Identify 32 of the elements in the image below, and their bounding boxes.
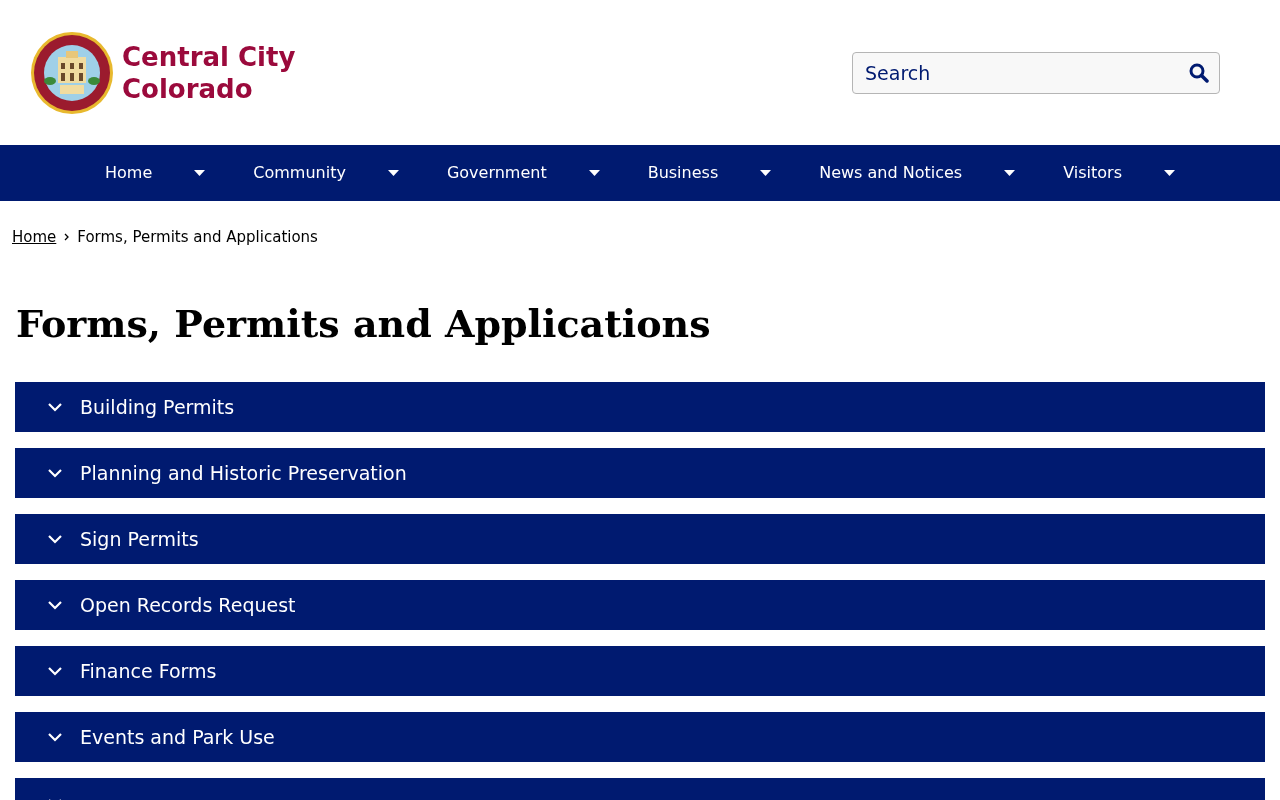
dropdown-caret-icon[interactable] bbox=[1004, 170, 1016, 176]
nav-link[interactable]: Visitors bbox=[1063, 161, 1122, 185]
nav-link[interactable]: Community bbox=[253, 161, 346, 185]
accordion-header[interactable]: Planning and Historic Preservation bbox=[15, 448, 1265, 499]
nav-link[interactable]: Home bbox=[105, 161, 153, 185]
chevron-down-icon bbox=[48, 666, 62, 676]
dropdown-caret-icon[interactable] bbox=[194, 170, 206, 176]
dropdown-caret-icon[interactable] bbox=[387, 170, 399, 176]
dropdown-caret-icon[interactable] bbox=[588, 170, 600, 176]
accordion-header[interactable]: Finance Forms bbox=[15, 646, 1265, 697]
accordion-header[interactable]: Events and Park Use bbox=[15, 712, 1265, 763]
breadcrumb-link[interactable]: Home bbox=[12, 226, 57, 249]
chevron-down-icon bbox=[48, 600, 62, 610]
chevron-down-icon bbox=[48, 468, 62, 478]
nav-link[interactable]: News and Notices bbox=[819, 161, 963, 185]
dropdown-caret-icon[interactable] bbox=[760, 170, 772, 176]
breadcrumb-separator-icon bbox=[64, 233, 70, 242]
city-seal-icon bbox=[30, 30, 114, 115]
chevron-down-icon bbox=[48, 534, 62, 544]
chevron-down-icon bbox=[48, 732, 62, 742]
search-field[interactable]: Search bbox=[852, 51, 1220, 94]
chevron-down-icon bbox=[48, 402, 62, 412]
search-icon[interactable] bbox=[1189, 62, 1209, 83]
accordion-header[interactable]: Open Records Request bbox=[15, 580, 1265, 631]
page-title: Forms, Permits and Applications bbox=[16, 300, 712, 347]
breadcrumb-current: Forms, Permits and Applications bbox=[77, 227, 318, 248]
nav-link[interactable]: Business bbox=[647, 161, 719, 185]
accordion-header[interactable]: Building Permits bbox=[15, 382, 1265, 433]
nav-link[interactable]: Government bbox=[446, 161, 547, 185]
dropdown-caret-icon[interactable] bbox=[1164, 170, 1175, 176]
accordion-header[interactable]: Sign Permits bbox=[15, 514, 1265, 565]
site-title[interactable]: Central City Colorado bbox=[122, 40, 296, 105]
